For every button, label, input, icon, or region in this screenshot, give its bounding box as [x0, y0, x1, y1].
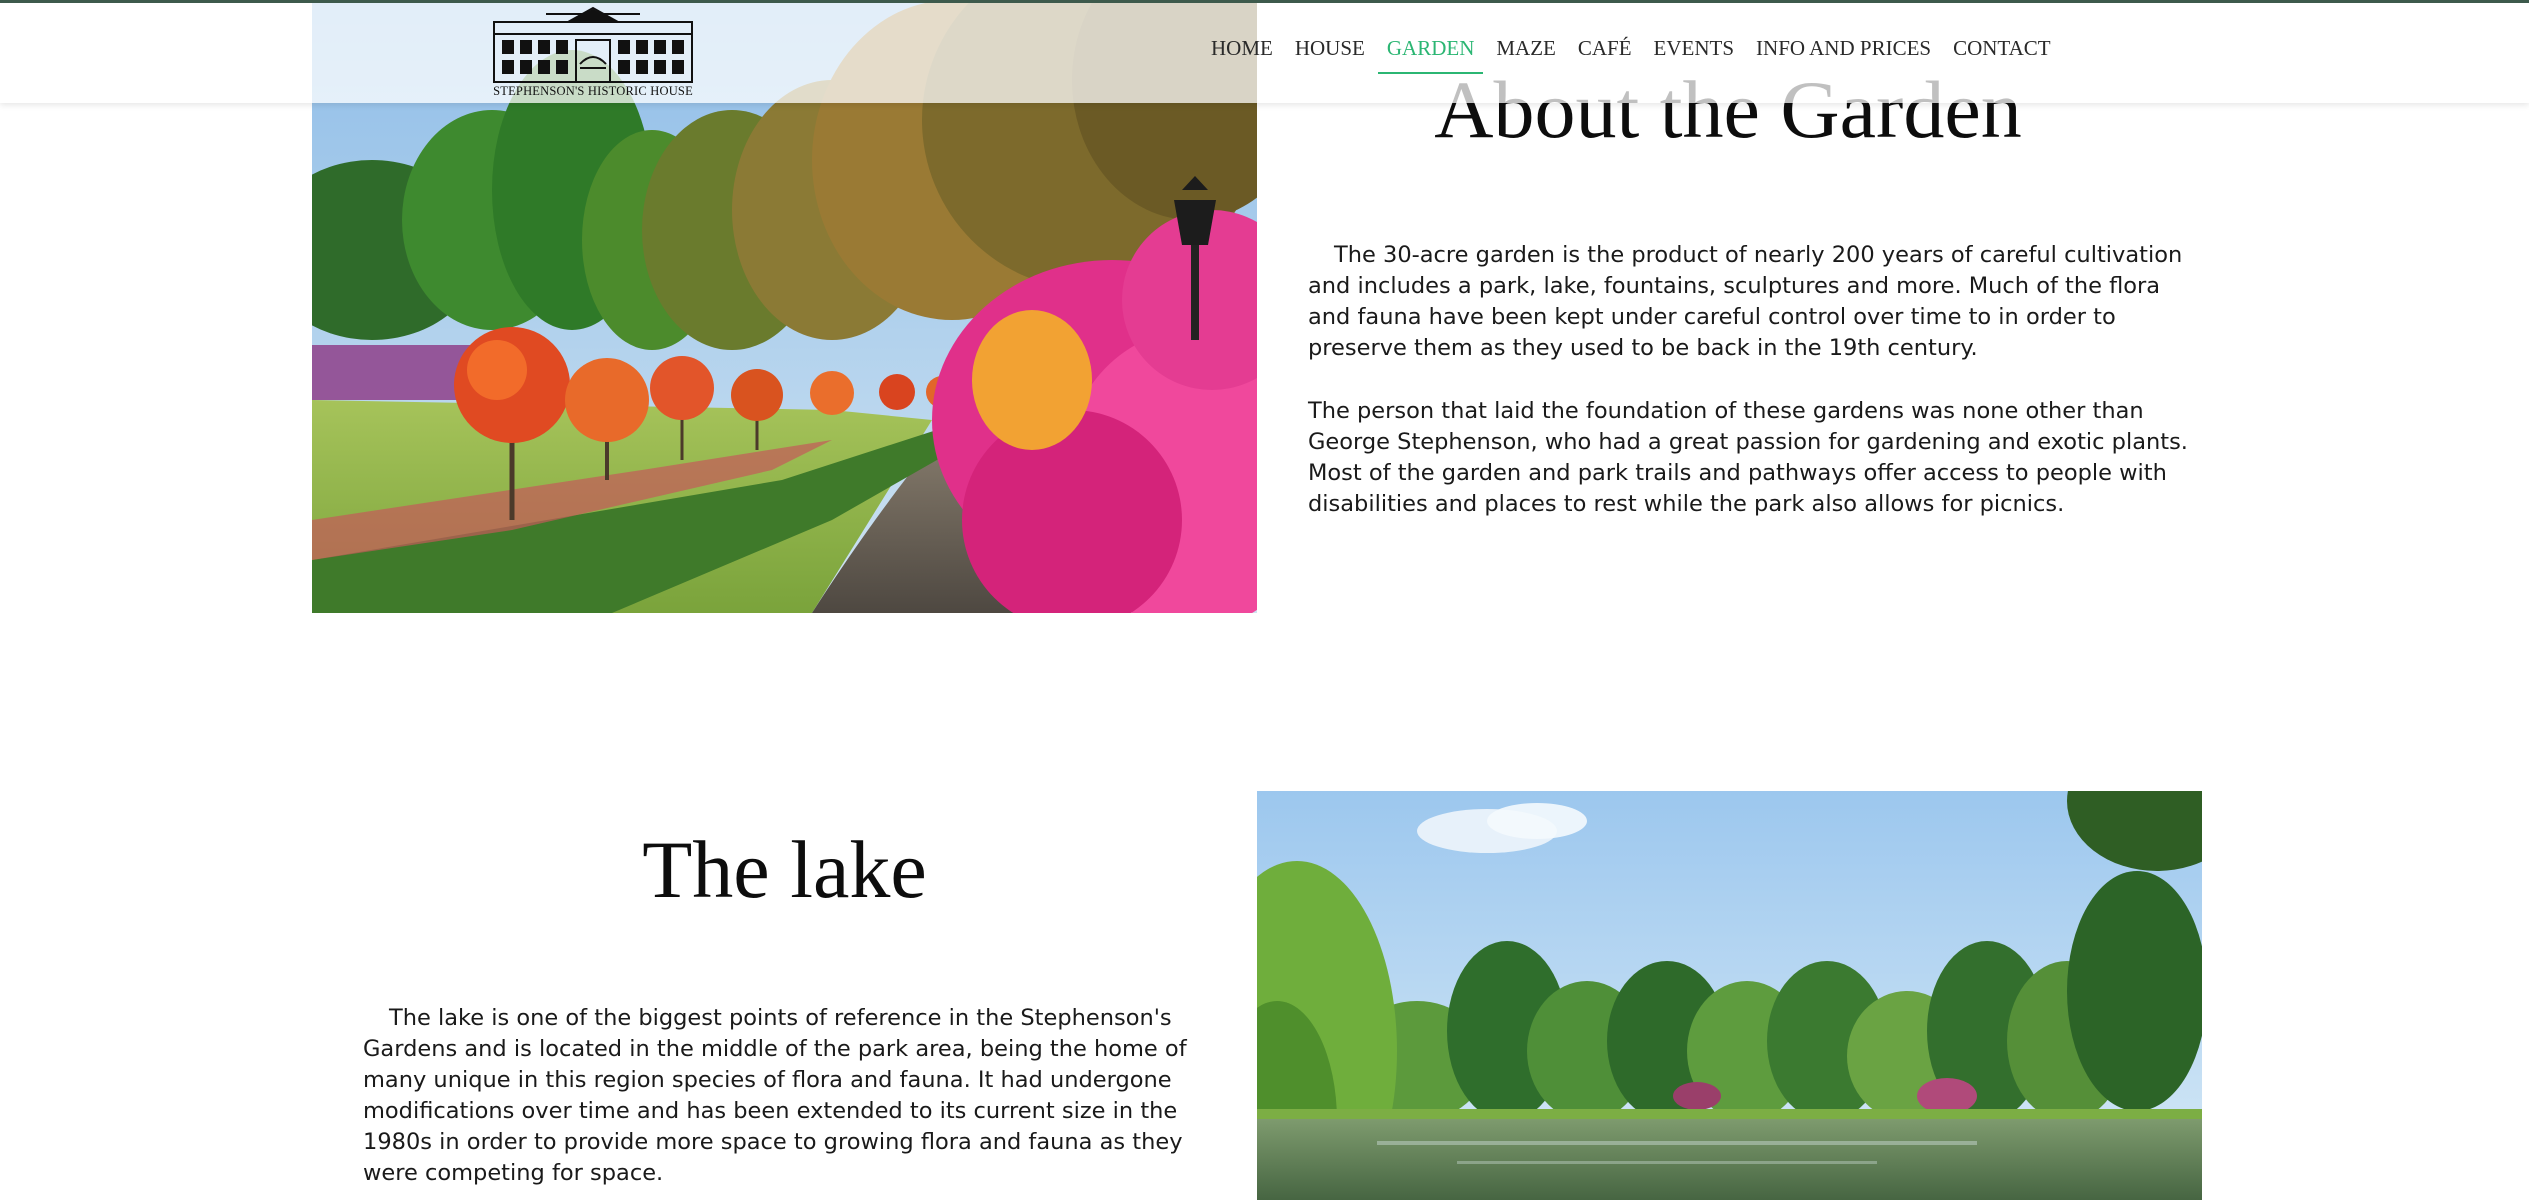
lake-heading: The lake: [642, 824, 927, 915]
nav-item-cafe[interactable]: CAFÉ: [1567, 30, 1643, 67]
site-logo[interactable]: STEPHENSON'S HISTORIC HOUSE: [486, 4, 700, 100]
lake-description: The lake is one of the biggest points of…: [363, 1003, 1213, 1189]
logo-text: STEPHENSON'S HISTORIC HOUSE: [493, 84, 693, 98]
page: About the Garden The 30-acre garden is t…: [0, 0, 2529, 1200]
nav-item-events[interactable]: EVENTS: [1643, 30, 1746, 67]
garden-paragraph-1: The 30-acre garden is the product of nea…: [1308, 242, 2183, 361]
nav-item-info-and-prices[interactable]: INFO AND PRICES: [1745, 30, 1942, 67]
nav-item-contact[interactable]: CONTACT: [1942, 30, 2061, 67]
garden-paragraph-2: The person that laid the foundation of t…: [1308, 398, 2188, 517]
house-logo-icon: [493, 6, 693, 83]
lake-paragraph-1: The lake is one of the biggest points of…: [363, 1005, 1187, 1186]
main-nav: HOME HOUSE GARDEN MAZE CAFÉ EVENTS INFO …: [1200, 30, 2062, 74]
site-header: STEPHENSON'S HISTORIC HOUSE HOME HOUSE G…: [0, 0, 2529, 103]
nav-item-garden[interactable]: GARDEN: [1376, 30, 1486, 74]
nav-item-maze[interactable]: MAZE: [1485, 30, 1567, 67]
nav-item-home[interactable]: HOME: [1200, 30, 1284, 67]
nav-item-house[interactable]: HOUSE: [1284, 30, 1376, 67]
garden-description: The 30-acre garden is the product of nea…: [1308, 240, 2188, 552]
top-accent-line: [0, 0, 2529, 3]
lake-photo: [1257, 791, 2202, 1200]
